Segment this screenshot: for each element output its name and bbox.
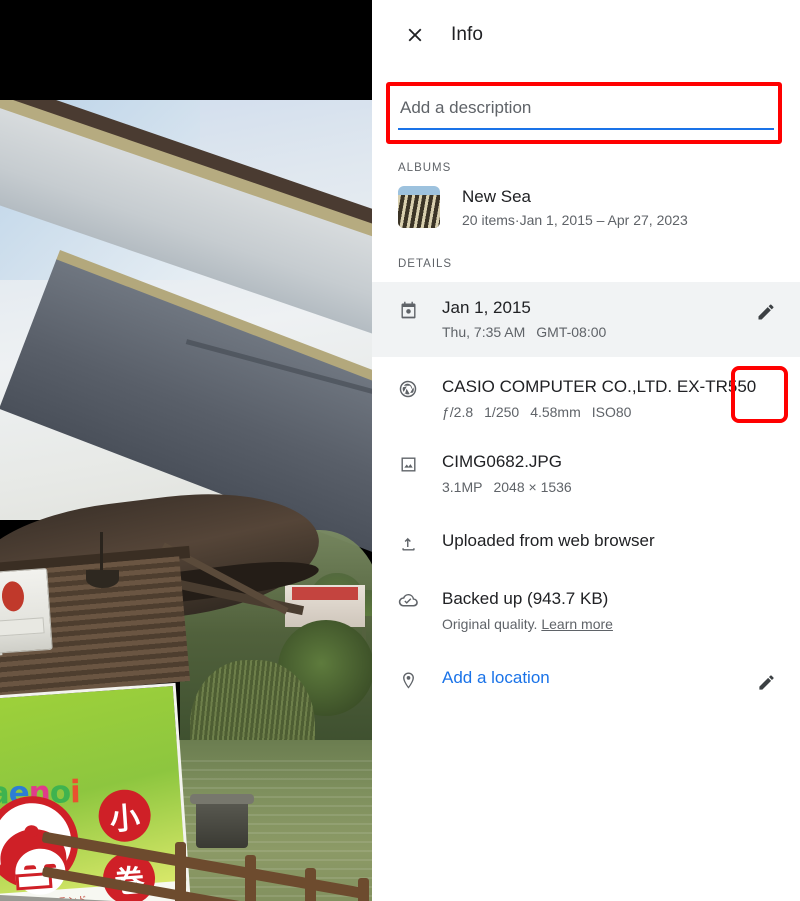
cloud-done-icon <box>396 589 420 613</box>
albums-section-label: ALBUMS <box>398 162 452 174</box>
detail-row-backup: Backed up (943.7 KB) Original quality. L… <box>372 569 800 648</box>
description-input[interactable] <box>398 94 774 128</box>
album-meta: New Sea 20 items·Jan 1, 2015 – Apr 27, 2… <box>462 186 688 228</box>
shutter-speed-value: 1/250 <box>484 403 520 420</box>
photo-info-screen: okaenoi 小 卷 坊 ク <box>0 0 800 901</box>
album-name: New Sea <box>462 187 531 207</box>
backup-quality: Original quality. <box>442 615 538 632</box>
upload-source: Uploaded from web browser <box>442 531 655 551</box>
page-title: Info <box>451 24 484 45</box>
add-location-link[interactable]: Add a location <box>442 666 740 689</box>
photo-date: Jan 1, 2015 <box>442 298 531 317</box>
close-icon[interactable] <box>397 17 433 53</box>
album-date-range: Jan 1, 2015 – Apr 27, 2023 <box>519 211 688 228</box>
album-item-count: 20 items <box>462 211 515 228</box>
photo-timezone: GMT-08:00 <box>536 324 607 341</box>
sign-letter: i <box>69 774 81 811</box>
iso-value: ISO80 <box>591 403 632 420</box>
description-underline <box>398 128 774 130</box>
album-list-item[interactable]: New Sea 20 items·Jan 1, 2015 – Apr 27, 2… <box>372 174 800 228</box>
photo-image: okaenoi 小 卷 坊 ク <box>0 100 372 901</box>
aperture-icon <box>396 377 420 401</box>
file-name: CIMG0682.JPG <box>442 452 562 472</box>
album-subtitle: 20 items·Jan 1, 2015 – Apr 27, 2023 <box>462 212 688 228</box>
backup-status: Backed up (943.7 KB) <box>442 589 609 609</box>
upload-icon <box>396 531 420 555</box>
exposure-settings: ƒ/2.8 1/250 4.58mm ISO80 <box>442 403 776 423</box>
image-icon <box>396 452 420 476</box>
lamp-shade <box>86 570 119 588</box>
lamp-rod <box>100 532 103 574</box>
barrel <box>196 800 248 848</box>
date-subtitle: Thu, 7:35 AM GMT-08:00 <box>442 323 740 343</box>
file-subtitle: 3.1MP 2048 × 1536 <box>442 478 776 498</box>
location-details: Add a location <box>442 666 748 689</box>
photo-viewer[interactable]: okaenoi 小 卷 坊 ク <box>0 0 372 901</box>
file-details: CIMG0682.JPG 3.1MP 2048 × 1536 <box>442 450 784 497</box>
sign-chinese-char: 小 <box>96 787 153 844</box>
album-thumbnail <box>398 186 440 228</box>
info-panel: Info ALBUMS New Sea 20 items·Jan 1, 2015… <box>372 0 800 901</box>
edit-location-pencil-icon[interactable] <box>748 664 784 700</box>
detail-row-file: CIMG0682.JPG 3.1MP 2048 × 1536 <box>372 436 800 511</box>
railing-post <box>305 868 316 901</box>
railing-post <box>245 855 256 901</box>
detail-row-camera: CASIO COMPUTER CO.,LTD. EX-TR550 ƒ/2.8 1/… <box>372 357 800 436</box>
photo-day-time: Thu, 7:35 AM <box>442 324 526 341</box>
edit-date-pencil-icon[interactable] <box>748 294 784 330</box>
ac-unit <box>0 567 53 655</box>
description-field[interactable] <box>398 84 774 132</box>
detail-row-location[interactable]: Add a location <box>372 648 800 714</box>
calendar-icon <box>396 298 420 322</box>
railing-post <box>358 878 369 901</box>
camera-model: CASIO COMPUTER CO.,LTD. EX-TR550 <box>442 377 757 397</box>
details-section-label: DETAILS <box>398 258 453 270</box>
learn-more-link[interactable]: Learn more <box>541 616 613 632</box>
detail-row-date[interactable]: Jan 1, 2015 Thu, 7:35 AM GMT-08:00 <box>372 282 800 358</box>
panel-header: Info <box>372 0 800 70</box>
dimensions-value: 2048 × 1536 <box>493 478 572 495</box>
letterbox-bar <box>0 0 372 100</box>
megapixels-value: 3.1MP <box>442 478 483 495</box>
focal-length-value: 4.58mm <box>530 403 581 420</box>
date-details: Jan 1, 2015 Thu, 7:35 AM GMT-08:00 <box>442 296 748 343</box>
upload-details: Uploaded from web browser <box>442 529 784 552</box>
backup-details: Backed up (943.7 KB) Original quality. L… <box>442 587 784 634</box>
railing-post <box>175 842 186 901</box>
barrel-lid <box>190 794 254 804</box>
location-pin-icon <box>396 668 420 692</box>
detail-row-upload: Uploaded from web browser <box>372 511 800 569</box>
camera-details: CASIO COMPUTER CO.,LTD. EX-TR550 ƒ/2.8 1/… <box>442 375 784 422</box>
backup-subtitle: Original quality. Learn more <box>442 615 776 635</box>
aperture-value: ƒ/2.8 <box>442 403 474 420</box>
restaurant-sign: okaenoi 小 卷 坊 ク <box>0 682 194 901</box>
